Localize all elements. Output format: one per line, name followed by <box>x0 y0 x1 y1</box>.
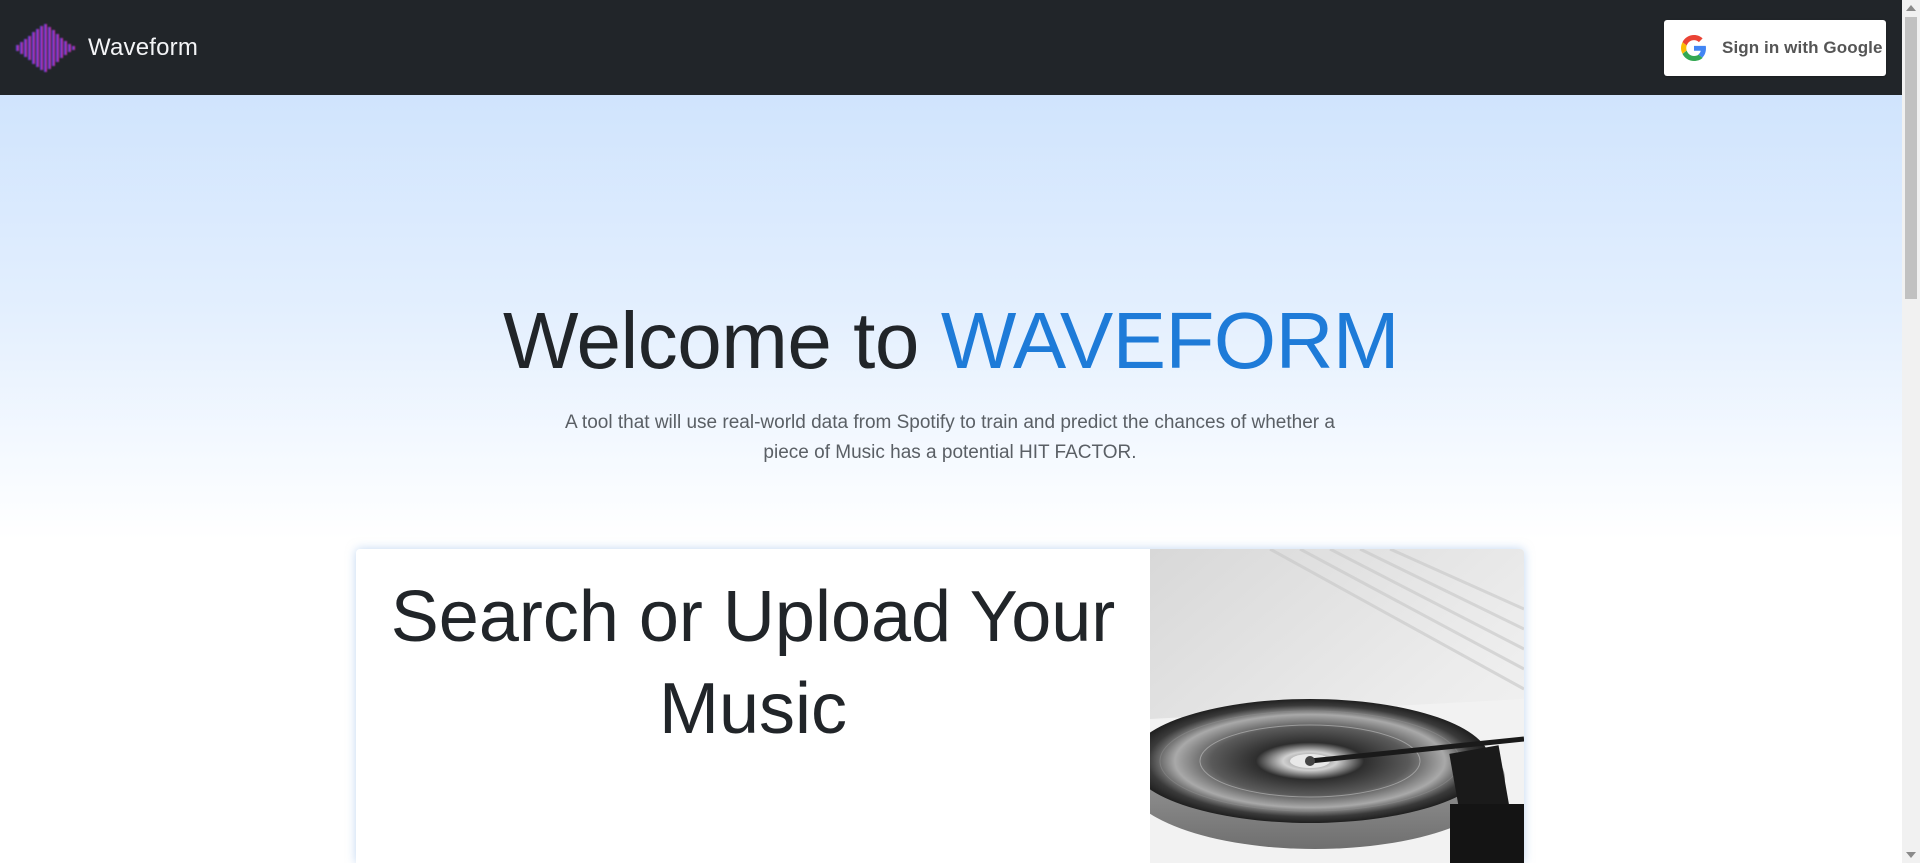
search-upload-card: Search or Upload Your Music <box>356 549 1524 863</box>
navbar: Waveform Sign in with Google <box>0 0 1902 95</box>
brand[interactable]: Waveform <box>14 20 198 76</box>
waveform-logo-icon <box>16 23 75 72</box>
turntable-photo <box>1150 549 1524 863</box>
google-g-icon <box>1681 35 1706 61</box>
welcome-heading: Welcome to WAVEFORM <box>0 295 1902 387</box>
welcome-brand: WAVEFORM <box>940 296 1400 385</box>
card-title: Search or Upload Your Music <box>390 577 1116 749</box>
brand-name: Waveform <box>88 33 199 61</box>
scroll-thumb[interactable] <box>1905 17 1917 299</box>
scroll-down-arrow-icon[interactable] <box>1906 852 1916 858</box>
google-signin-button[interactable]: Sign in with Google <box>1664 20 1886 76</box>
signin-label: Sign in with Google <box>1722 38 1883 57</box>
welcome-prefix: Welcome to <box>502 296 919 385</box>
hero-subtitle: A tool that will use real-world data fro… <box>565 412 1335 463</box>
scroll-up-arrow-icon[interactable] <box>1906 5 1916 11</box>
vertical-scrollbar[interactable] <box>1902 0 1920 863</box>
